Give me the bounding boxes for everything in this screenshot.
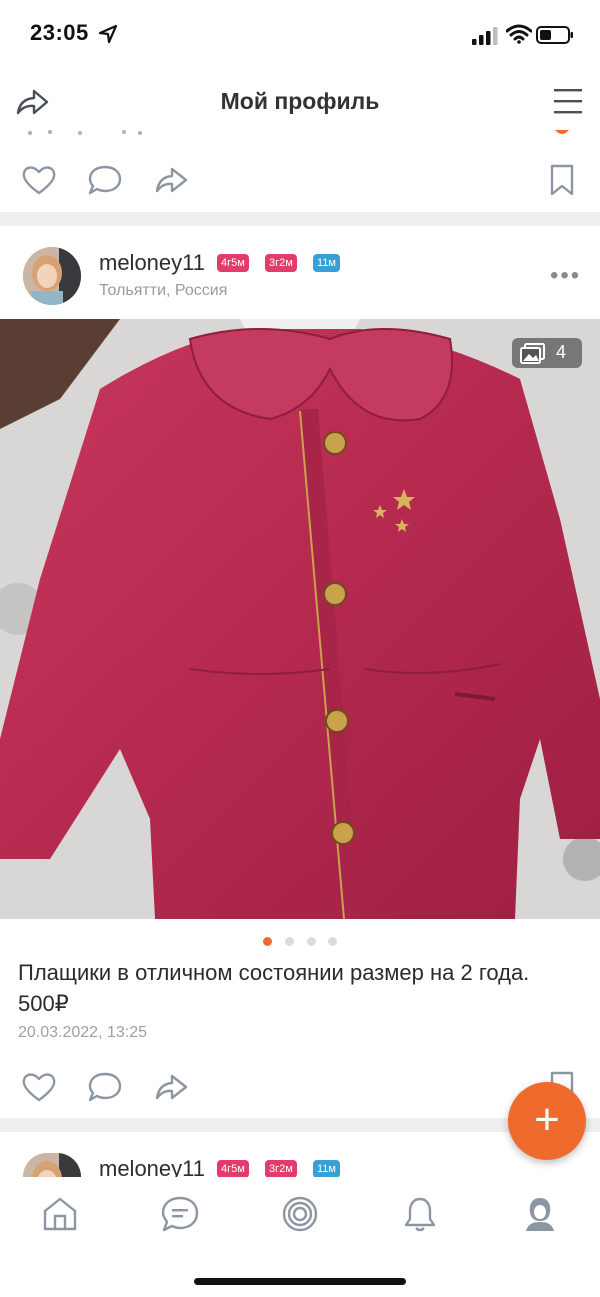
child-age-badge: 11м — [313, 254, 340, 272]
child-age-badge: 3г2м — [265, 1160, 297, 1178]
profile-icon[interactable] — [520, 1194, 560, 1234]
comment-icon[interactable] — [87, 163, 123, 197]
avatar-photo — [23, 247, 81, 305]
home-icon[interactable] — [40, 1194, 80, 1234]
plus-icon: + — [534, 1095, 560, 1144]
carousel-dot[interactable] — [328, 937, 337, 946]
menu-icon[interactable] — [552, 86, 584, 116]
child-age-badge: 4г5м — [217, 254, 249, 272]
carousel-dot[interactable] — [285, 937, 294, 946]
share-icon[interactable] — [153, 1070, 189, 1104]
post-username[interactable]: meloney11 — [99, 250, 205, 276]
page-title: Мой профиль — [220, 88, 380, 114]
battery-icon — [536, 26, 573, 44]
bell-icon[interactable] — [400, 1194, 440, 1234]
heart-icon[interactable] — [21, 1070, 57, 1104]
avatar-photo — [23, 1153, 81, 1177]
gallery-icon — [520, 343, 545, 364]
post-location: Тольятти, Россия — [99, 282, 228, 299]
post-photo[interactable] — [0, 319, 600, 919]
location-arrow-icon — [98, 24, 118, 44]
photo-count: 4 — [556, 342, 567, 362]
child-age-badge: 11м — [313, 1160, 340, 1178]
target-icon[interactable] — [280, 1194, 320, 1234]
jacket-photo-illustration — [0, 319, 600, 919]
create-post-button[interactable]: + — [508, 1082, 586, 1160]
previous-post-text-fragment — [28, 130, 142, 135]
previous-post-indicator — [555, 130, 569, 134]
more-options-button[interactable]: ••• — [550, 262, 581, 290]
child-age-badge: 4г5м — [217, 1160, 249, 1178]
carousel-dot[interactable] — [307, 937, 316, 946]
share-icon[interactable] — [153, 163, 189, 197]
home-indicator[interactable] — [194, 1278, 406, 1285]
avatar[interactable] — [23, 1153, 81, 1177]
bookmark-icon[interactable] — [544, 163, 580, 197]
cellular-signal-icon — [472, 27, 498, 45]
post-date: 20.03.2022, 13:25 — [18, 1024, 148, 1041]
avatar[interactable] — [23, 247, 81, 305]
status-time: 23:05 — [30, 20, 89, 45]
heart-icon[interactable] — [21, 163, 57, 197]
carousel-dot-active[interactable] — [263, 937, 272, 946]
child-age-badge: 3г2м — [265, 254, 297, 272]
post-text: Плащики в отличном состоянии размер на 2… — [18, 960, 530, 1016]
comment-icon[interactable] — [87, 1070, 123, 1104]
chat-icon[interactable] — [160, 1194, 200, 1234]
post-separator — [0, 212, 600, 226]
wifi-icon — [506, 24, 532, 44]
